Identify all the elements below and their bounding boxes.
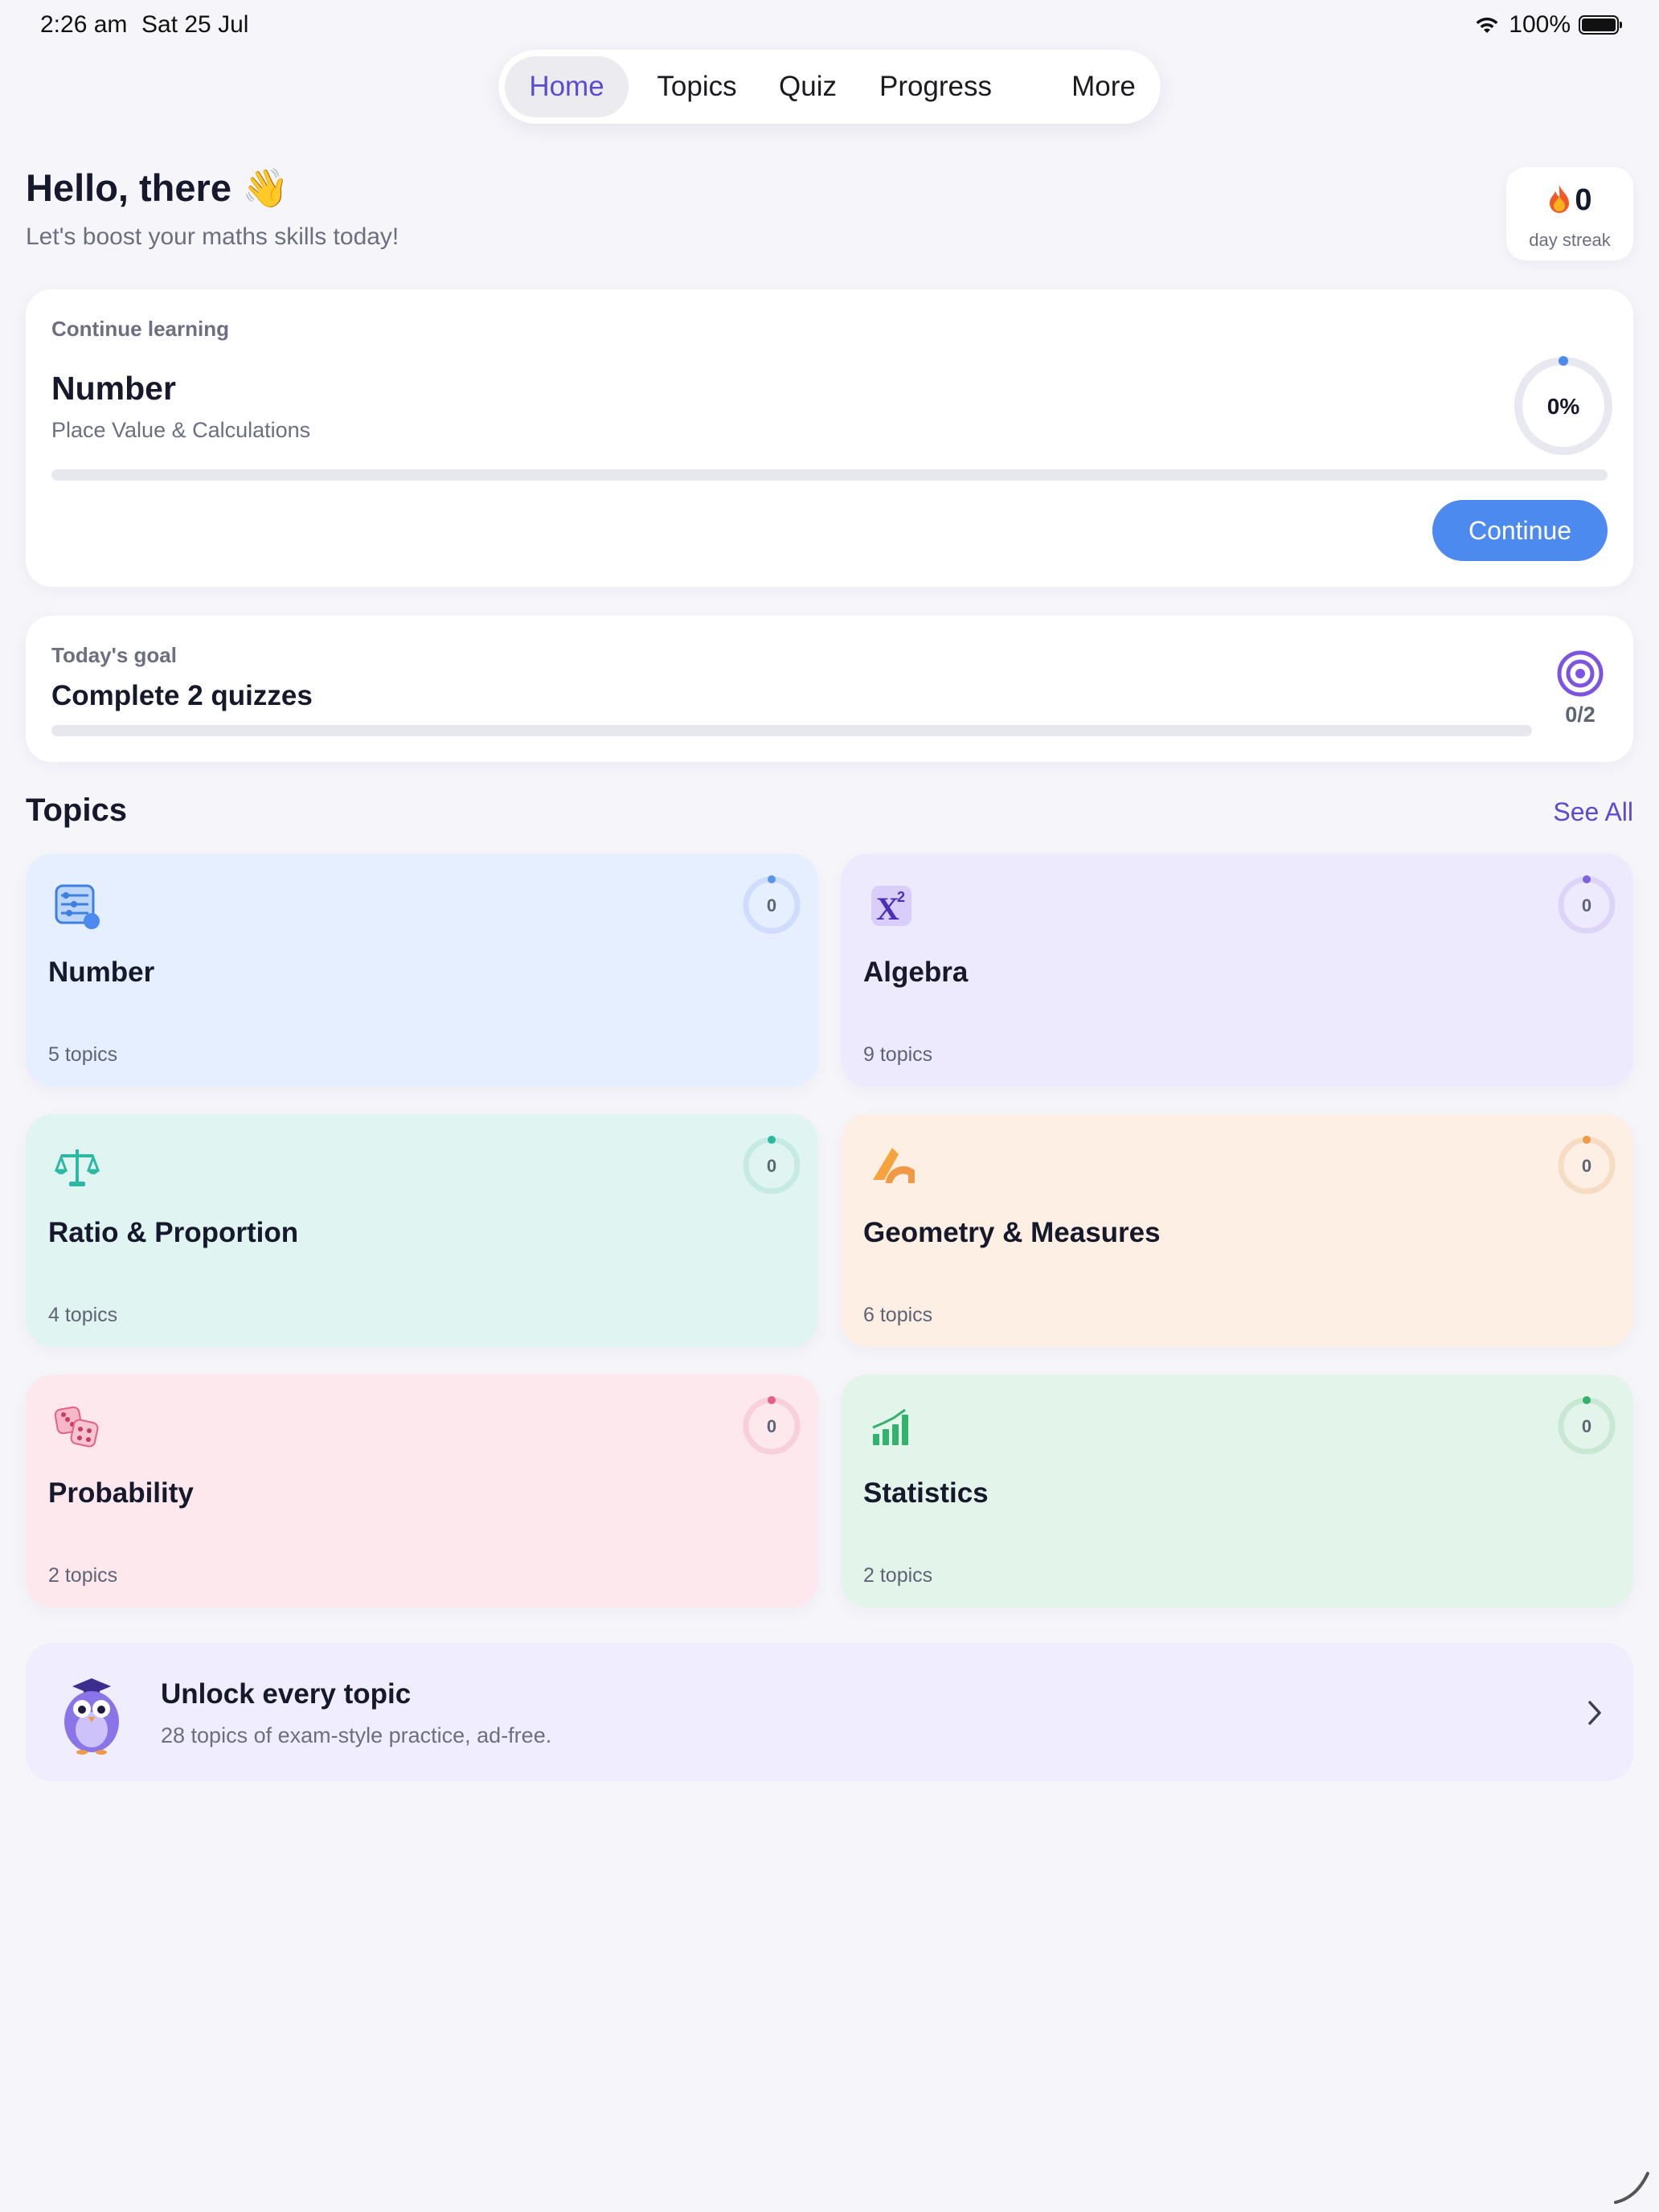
- tab-more[interactable]: More: [1053, 56, 1154, 117]
- topic-name: Statistics: [863, 1477, 989, 1509]
- continue-topic-subtitle: Place Value & Calculations: [51, 418, 311, 442]
- streak-value-row: 0: [1506, 183, 1633, 218]
- topic-card-number[interactable]: Number 5 topics 0: [26, 854, 818, 1087]
- topic-progress-value: 0: [767, 1156, 776, 1176]
- greeting-title: Hello, there 👋: [26, 166, 289, 211]
- topic-name: Geometry & Measures: [863, 1217, 1161, 1248]
- topic-progress-ring: 0: [1558, 1136, 1616, 1194]
- topic-count: 4 topics: [48, 1304, 118, 1326]
- topic-count: 2 topics: [863, 1564, 933, 1587]
- dice-icon: [54, 1406, 99, 1448]
- goal-title: Complete 2 quizzes: [51, 680, 313, 711]
- greeting-text: Hello, there: [26, 166, 231, 209]
- topic-progress-value: 0: [767, 1416, 776, 1436]
- target-icon: [1557, 650, 1604, 697]
- topic-progress-ring: 0: [743, 875, 801, 934]
- topic-progress-ring: 0: [1558, 875, 1616, 934]
- battery-icon: [1579, 15, 1622, 35]
- greeting-subtitle: Let's boost your maths skills today!: [26, 223, 399, 250]
- topic-count: 9 topics: [863, 1043, 933, 1066]
- bar-chart-icon: [872, 1408, 908, 1445]
- topic-progress-value: 0: [767, 895, 776, 916]
- continue-progress-bar: [51, 469, 1608, 481]
- topic-name: Ratio & Proportion: [48, 1217, 299, 1248]
- continue-learning-label: Continue learning: [51, 317, 229, 341]
- protractor-ruler-icon: [873, 1148, 915, 1183]
- topic-count: 6 topics: [863, 1304, 933, 1326]
- continue-button[interactable]: Continue: [1432, 500, 1608, 561]
- promo-subtitle: 28 topics of exam-style practice, ad-fre…: [161, 1723, 552, 1747]
- tab-home[interactable]: Home: [505, 56, 629, 117]
- abacus-icon: [55, 884, 100, 929]
- see-all-link[interactable]: See All: [1553, 797, 1633, 827]
- tab-progress[interactable]: Progress: [860, 56, 1011, 117]
- topic-card-statistics[interactable]: Statistics 2 topics 0: [841, 1374, 1633, 1608]
- status-date: Sat 25 Jul: [141, 11, 249, 38]
- topic-name: Number: [48, 956, 155, 988]
- battery-percent: 100%: [1509, 11, 1571, 38]
- tab-quiz[interactable]: Quiz: [764, 56, 852, 117]
- topic-progress-value: 0: [1582, 1156, 1591, 1176]
- topic-count: 2 topics: [48, 1564, 118, 1587]
- streak-label: day streak: [1529, 230, 1611, 250]
- corner-swipe-indicator-icon: [1614, 2172, 1649, 2204]
- goal-label: Today's goal: [51, 643, 177, 667]
- topic-progress-value: 0: [1582, 895, 1591, 916]
- topics-section-title: Topics: [26, 793, 127, 828]
- fire-icon: [1550, 185, 1570, 213]
- topic-progress-value: 0: [1582, 1416, 1591, 1436]
- topic-name: Probability: [48, 1477, 194, 1509]
- topic-card-algebra[interactable]: X 2 Algebra 9 topics 0: [841, 854, 1633, 1087]
- owl-mascot-icon: [64, 1678, 119, 1755]
- topic-card-probability[interactable]: Probability 2 topics 0: [26, 1374, 818, 1608]
- waving-hand-icon: 👋: [242, 166, 289, 209]
- goal-count: 0/2: [1565, 703, 1596, 727]
- topic-name: Algebra: [863, 956, 969, 988]
- tab-topics[interactable]: Topics: [637, 56, 757, 117]
- unlock-topics-banner[interactable]: Unlock every topic 28 topics of exam-sty…: [26, 1643, 1633, 1781]
- streak-badge[interactable]: 0 day streak: [1506, 167, 1633, 260]
- promo-title: Unlock every topic: [161, 1678, 412, 1710]
- svg-text:X: X: [876, 891, 899, 927]
- chevron-right-icon: [1588, 1701, 1601, 1725]
- top-nav: Home Topics Quiz Progress More: [498, 50, 1161, 124]
- topic-progress-ring: 0: [743, 1136, 801, 1194]
- status-bar: 2:26 am Sat 25 Jul 100%: [40, 11, 1622, 43]
- topic-card-geometry[interactable]: Geometry & Measures 6 topics 0: [841, 1114, 1633, 1347]
- status-right: 100%: [1473, 11, 1622, 39]
- balance-scale-icon: [54, 1149, 100, 1186]
- continue-topic-title: Number: [51, 370, 176, 407]
- topic-progress-ring: 0: [743, 1396, 801, 1455]
- continue-percent: 0%: [1547, 394, 1580, 419]
- streak-value: 0: [1575, 183, 1592, 217]
- topic-count: 5 topics: [48, 1043, 118, 1066]
- svg-text:2: 2: [897, 889, 905, 905]
- algebra-x-squared-icon: X 2: [871, 886, 911, 927]
- topic-card-ratio[interactable]: Ratio & Proportion 4 topics 0: [26, 1114, 818, 1347]
- status-time: 2:26 am: [40, 11, 128, 38]
- continue-progress-ring: 0%: [1514, 356, 1612, 455]
- wifi-icon: [1476, 17, 1498, 33]
- topic-progress-ring: 0: [1558, 1396, 1616, 1455]
- goal-progress-bar: [51, 725, 1532, 736]
